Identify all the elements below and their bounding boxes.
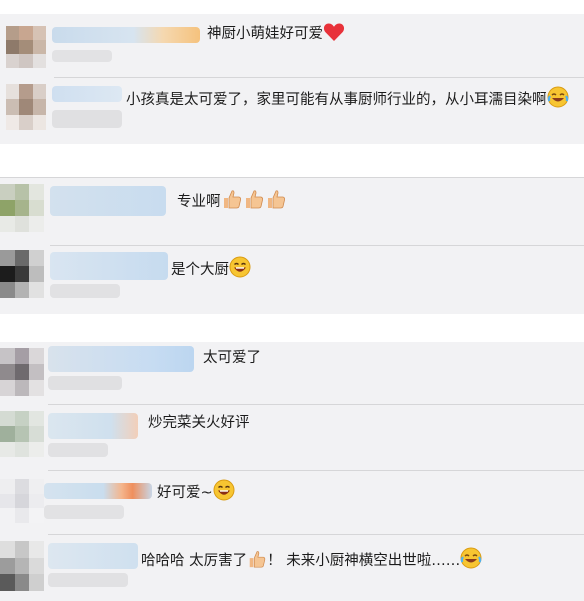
thumbs-up-icon — [265, 188, 287, 216]
heart-icon — [323, 22, 345, 48]
comment-text: 好可爱~ — [157, 479, 235, 507]
avatar[interactable] — [0, 479, 44, 523]
comment-item[interactable]: 太可爱了 — [0, 342, 584, 406]
thumbs-up-icon — [247, 549, 267, 575]
comment-item[interactable]: 好可爱~ — [0, 471, 584, 535]
laughing-icon — [229, 256, 251, 284]
comment-text: 神厨小萌娃好可爱 — [207, 22, 345, 48]
username-blurred[interactable] — [48, 346, 194, 372]
laughing-icon — [213, 479, 235, 507]
comment-item[interactable]: 神厨小萌娃好可爱 — [0, 14, 584, 78]
comment-text: 太可爱了 — [203, 350, 261, 366]
comment-item[interactable]: 小孩真是太可爱了，家里可能有从事厨师行业的，从小耳濡目染啊 — [0, 78, 584, 144]
avatar[interactable] — [0, 250, 44, 298]
timestamp-blurred — [50, 284, 120, 298]
laughing-tears-icon — [547, 86, 569, 114]
laughing-tears-icon — [460, 547, 482, 575]
comment-text: 专业啊 — [177, 188, 287, 216]
comment-text: 哈哈哈 太厉害了 ！ 未来小厨神横空出世啦…… — [141, 547, 482, 575]
comment-text: 小孩真是太可爱了，家里可能有从事厨师行业的，从小耳濡目染啊 — [126, 86, 569, 114]
username-blurred[interactable] — [48, 543, 138, 569]
avatar[interactable] — [6, 84, 46, 130]
timestamp-blurred — [48, 376, 122, 390]
avatar[interactable] — [0, 411, 44, 457]
avatar[interactable] — [6, 26, 46, 68]
comment-text: 炒完菜关火好评 — [148, 415, 250, 431]
comment-text: 是个大厨 — [171, 256, 251, 284]
comment-item[interactable]: 哈哈哈 太厉害了 ！ 未来小厨神横空出世啦…… — [0, 535, 584, 601]
avatar[interactable] — [0, 348, 44, 396]
username-blurred[interactable] — [52, 86, 122, 102]
timestamp-blurred — [52, 50, 112, 62]
username-blurred[interactable] — [44, 483, 152, 499]
timestamp-blurred — [48, 573, 128, 587]
username-blurred[interactable] — [48, 413, 138, 439]
avatar[interactable] — [0, 541, 44, 591]
comment-item[interactable]: 是个大厨 — [0, 246, 584, 314]
timestamp-blurred — [44, 505, 124, 519]
username-blurred[interactable] — [50, 252, 168, 280]
comment-item[interactable]: 炒完菜关火好评 — [0, 405, 584, 471]
timestamp-blurred — [48, 443, 108, 457]
thumbs-up-icon — [221, 188, 243, 216]
avatar[interactable] — [0, 184, 44, 232]
comment-item[interactable]: 专业啊 — [0, 178, 584, 246]
username-blurred[interactable] — [52, 27, 200, 43]
timestamp-blurred — [52, 110, 122, 128]
username-blurred[interactable] — [50, 186, 166, 216]
thumbs-up-icon — [243, 188, 265, 216]
